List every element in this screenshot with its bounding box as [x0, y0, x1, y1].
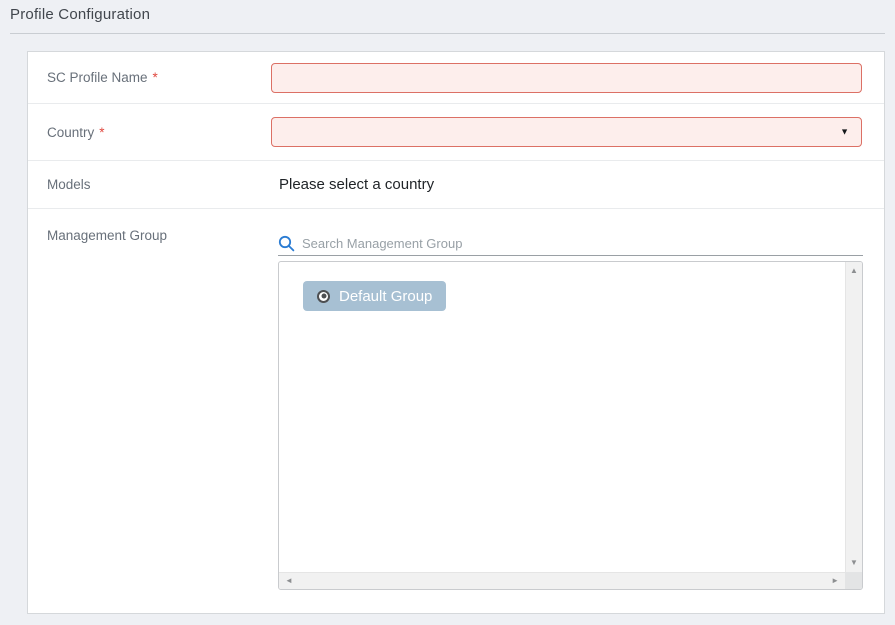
- country-select[interactable]: ▼: [271, 117, 862, 147]
- models-label-text: Models: [47, 177, 91, 192]
- sc-profile-name-label-text: SC Profile Name: [47, 70, 148, 85]
- search-icon: [278, 235, 295, 252]
- group-option-default-group[interactable]: Default Group: [303, 281, 446, 311]
- group-option-label: Default Group: [339, 288, 432, 305]
- vertical-scrollbar[interactable]: ▲ ▼: [845, 262, 862, 572]
- page-title: Profile Configuration: [10, 6, 150, 23]
- country-label: Country *: [28, 125, 271, 140]
- management-group-search-bar: [278, 233, 863, 256]
- row-sc-profile-name: SC Profile Name *: [28, 52, 884, 104]
- country-label-text: Country: [47, 125, 94, 140]
- sc-profile-name-label: SC Profile Name *: [28, 70, 271, 85]
- country-field-wrap: ▼: [271, 117, 862, 147]
- title-divider: [10, 33, 885, 34]
- models-label: Models: [28, 177, 271, 192]
- radio-dot: [321, 294, 326, 299]
- radio-selected-icon: [317, 290, 330, 303]
- management-group-label: Management Group: [28, 209, 271, 243]
- management-group-field-wrap: Default Group ▲ ▼ ◄ ►: [271, 209, 863, 590]
- scroll-left-icon[interactable]: ◄: [285, 577, 293, 585]
- management-group-label-text: Management Group: [47, 228, 167, 243]
- scroll-right-icon[interactable]: ►: [831, 577, 839, 585]
- required-asterisk: *: [153, 70, 158, 85]
- row-management-group: Management Group Default Group ▲: [28, 209, 884, 613]
- chevron-down-icon: ▼: [840, 128, 849, 137]
- sc-profile-name-field-wrap: [271, 63, 862, 93]
- management-group-search-input[interactable]: [302, 236, 863, 251]
- horizontal-scrollbar[interactable]: ◄ ►: [279, 572, 845, 589]
- scrollbar-corner: [845, 572, 862, 589]
- scroll-down-icon[interactable]: ▼: [850, 559, 858, 567]
- row-models: Models Please select a country: [28, 161, 884, 209]
- management-group-listbox: Default Group ▲ ▼ ◄ ►: [278, 261, 863, 590]
- profile-configuration-panel: SC Profile Name * Country * ▼ Models Pleas…: [27, 51, 885, 614]
- required-asterisk: *: [99, 125, 104, 140]
- sc-profile-name-input[interactable]: [271, 63, 862, 93]
- row-country: Country * ▼: [28, 104, 884, 161]
- scroll-up-icon[interactable]: ▲: [850, 267, 858, 275]
- models-field-wrap: Please select a country: [271, 176, 862, 193]
- models-placeholder-text: Please select a country: [271, 176, 862, 193]
